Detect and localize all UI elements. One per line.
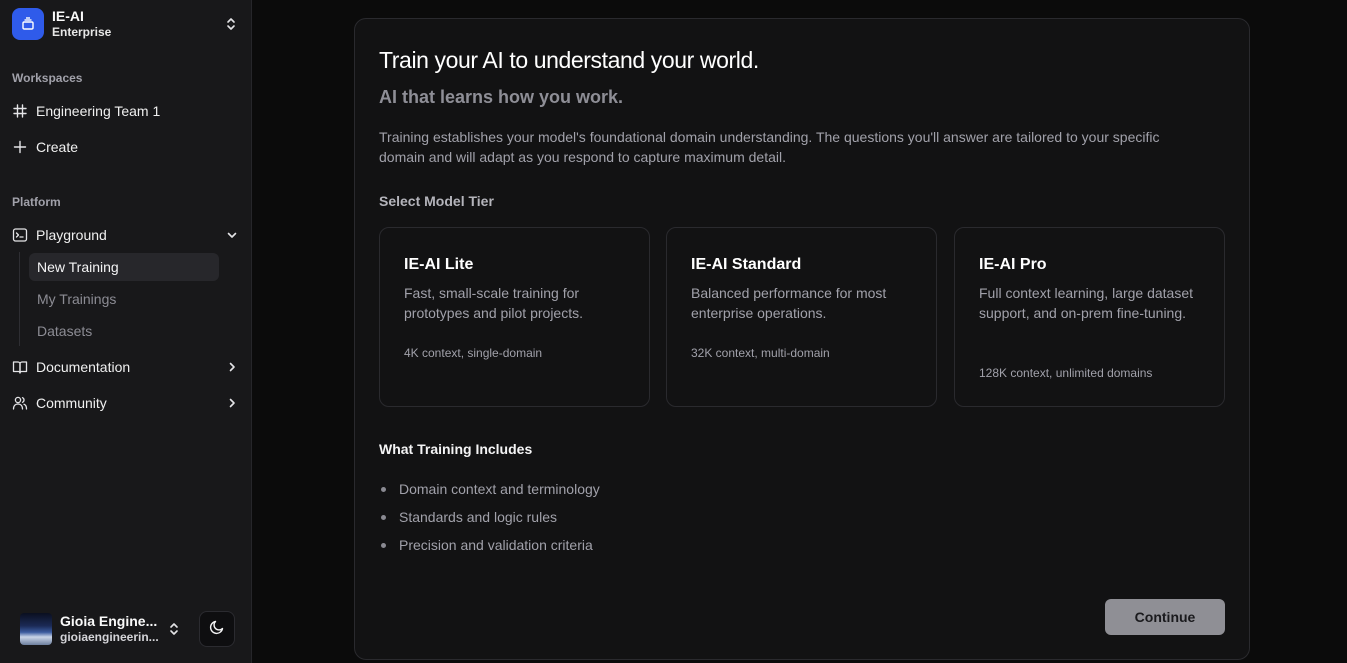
moon-icon xyxy=(209,619,225,640)
tier-name: IE-AI Lite xyxy=(404,256,474,273)
sidebar-item-label: Documentation xyxy=(36,359,131,375)
sidebar-subitem-my-trainings[interactable]: My Trainings xyxy=(29,285,219,313)
tier-card-lite[interactable]: IE-AI Lite Fast, small-scale training fo… xyxy=(379,227,650,407)
chevrons-up-down-icon[interactable] xyxy=(222,15,240,33)
workspace-item-engineering-team-1[interactable]: Engineering Team 1 xyxy=(12,97,240,125)
org-switcher[interactable]: IE-AI Enterprise xyxy=(12,6,240,42)
bullet-icon xyxy=(381,542,386,548)
tier-meta: 4K context, single-domain xyxy=(404,346,543,360)
org-name: IE-AI xyxy=(52,8,84,24)
theme-toggle-button[interactable] xyxy=(199,611,235,647)
tier-card-pro[interactable]: IE-AI Pro Full context learning, large d… xyxy=(954,227,1225,407)
includes-list: Domain context and terminology Standards… xyxy=(379,475,600,559)
org-plan: Enterprise xyxy=(52,25,112,39)
chevrons-up-down-icon[interactable] xyxy=(166,621,182,637)
create-workspace-button[interactable]: Create xyxy=(12,133,240,161)
sidebar-item-label: Community xyxy=(36,395,107,411)
platform-label: Platform xyxy=(12,195,61,209)
tier-description: Balanced performance for most enterprise… xyxy=(691,285,887,321)
sidebar-item-playground[interactable]: Playground xyxy=(12,221,240,249)
user-menu[interactable]: Gioia Engine... gioiaengineerin... xyxy=(20,613,192,645)
users-icon xyxy=(12,395,28,411)
list-item: Domain context and terminology xyxy=(379,475,600,503)
sidebar-item-community[interactable]: Community xyxy=(12,389,240,417)
includes-title: What Training Includes xyxy=(379,441,533,457)
submenu-rail xyxy=(19,252,20,346)
tier-description: Fast, small-scale training for prototype… xyxy=(404,285,583,321)
chevron-right-icon[interactable] xyxy=(224,359,240,375)
sidebar-item-documentation[interactable]: Documentation xyxy=(12,353,240,381)
tier-section-label: Select Model Tier xyxy=(379,193,494,209)
tier-meta: 128K context, unlimited domains xyxy=(979,366,1153,380)
continue-button[interactable]: Continue xyxy=(1105,599,1225,635)
page-title: Train your AI to understand your world. xyxy=(379,47,759,73)
training-card: Train your AI to understand your world. … xyxy=(354,18,1250,660)
page-subtitle: AI that learns how you work. xyxy=(379,87,624,107)
tier-card-standard[interactable]: IE-AI Standard Balanced performance for … xyxy=(666,227,937,407)
workspaces-label: Workspaces xyxy=(12,71,83,85)
bullet-icon xyxy=(381,486,386,492)
sidebar-item-label: Playground xyxy=(36,227,107,243)
workspace-item-label: Engineering Team 1 xyxy=(36,103,161,119)
user-email: gioiaengineerin... xyxy=(60,630,159,644)
bullet-icon xyxy=(381,514,386,520)
list-item-text: Domain context and terminology xyxy=(399,481,600,497)
tier-meta: 32K context, multi-domain xyxy=(691,346,830,360)
tier-name: IE-AI Standard xyxy=(691,256,802,273)
chevron-down-icon[interactable] xyxy=(224,227,240,243)
sidebar: IE-AI Enterprise Workspaces Engineering … xyxy=(0,0,252,663)
list-item-text: Precision and validation criteria xyxy=(399,537,593,553)
list-item: Standards and logic rules xyxy=(379,503,600,531)
tier-description: Full context learning, large dataset sup… xyxy=(979,285,1194,321)
sidebar-subitem-datasets[interactable]: Datasets xyxy=(29,317,219,345)
plus-icon xyxy=(12,139,28,155)
page-description: Training establishes your model's founda… xyxy=(379,129,1160,165)
org-logo-icon xyxy=(12,8,44,40)
user-name: Gioia Engine... xyxy=(60,613,158,629)
list-item-text: Standards and logic rules xyxy=(399,509,557,525)
hash-icon xyxy=(12,103,28,119)
avatar xyxy=(20,613,52,645)
terminal-icon xyxy=(12,227,28,243)
create-label: Create xyxy=(36,139,79,155)
chevron-right-icon[interactable] xyxy=(224,395,240,411)
list-item: Precision and validation criteria xyxy=(379,531,600,559)
book-icon xyxy=(12,359,28,375)
tier-name: IE-AI Pro xyxy=(979,256,1047,273)
sidebar-subitem-new-training[interactable]: New Training xyxy=(29,253,219,281)
